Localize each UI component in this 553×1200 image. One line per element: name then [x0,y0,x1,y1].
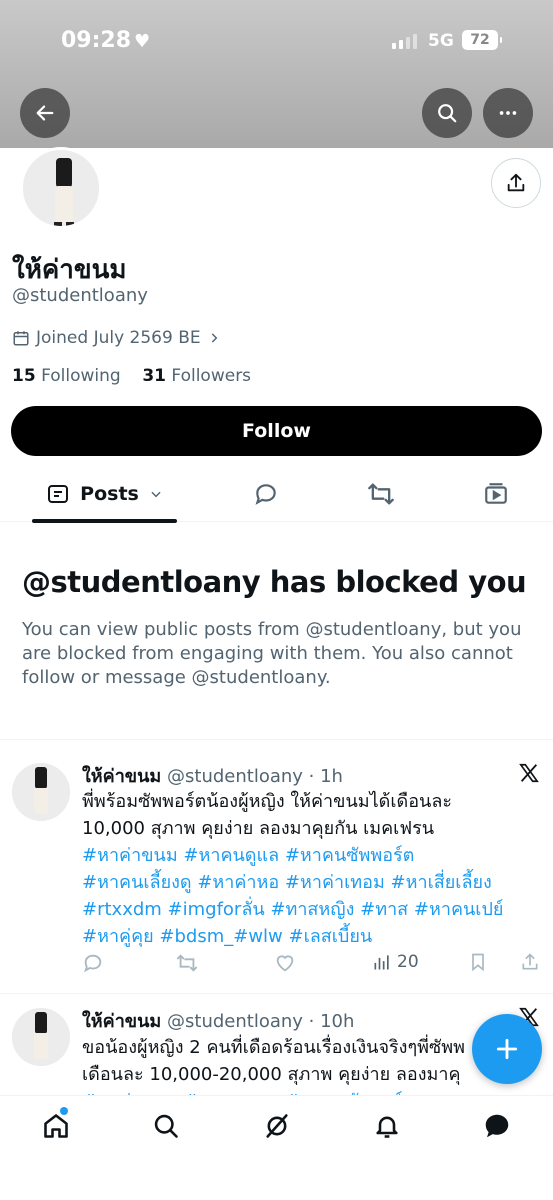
nav-home[interactable] [40,1110,72,1142]
share-icon [522,953,538,970]
post-text-line: เดือนละ 10,000-20,000 สุภาพ คุยง่าย ลองม… [82,1064,461,1085]
analytics-icon [374,955,389,970]
followers-label: Followers [171,366,252,386]
followers-link[interactable]: 31 Followers [142,366,251,386]
joined-date[interactable]: Joined July 2569 BE [12,328,221,348]
divider [0,739,553,740]
blocked-description: You can view public posts from @studentl… [22,619,522,688]
share-icon [507,173,525,192]
plus-icon [496,1038,518,1060]
post-meta: @studentloany · 1h [167,766,343,787]
posts-icon [48,485,69,503]
post-author-name[interactable]: ให้ค่าขนม [82,1011,161,1032]
profile-handle: @studentloany [12,285,148,306]
joined-text: Joined July 2569 BE [36,328,201,348]
signal-icon [392,34,417,49]
repost-icon [176,954,198,972]
heart-icon: ♥ [134,31,151,52]
post-hashtags[interactable]: #rtxxdm #imgforลั่น #ทาสหญิง #ทาส #หาคนเ… [82,896,522,923]
nav-grok[interactable] [261,1110,293,1142]
chevron-down-icon [151,491,161,498]
arrow-left-icon [36,105,54,121]
post-header: ให้ค่าขนม @studentloany · 1h [82,761,343,790]
message-icon [485,1114,509,1138]
repost-icon [368,483,394,505]
search-icon [154,1114,178,1138]
more-horizontal-icon [499,111,517,115]
following-link[interactable]: 15 Following [12,366,121,386]
compose-button[interactable] [472,1014,542,1084]
views-count: 20 [397,952,419,972]
calendar-icon [13,331,29,346]
post-hashtags[interactable]: #หาค่าขนม #หาคนดูแล #หาคนซัพพอร์ต [82,842,522,869]
views-button[interactable]: 20 [372,952,419,972]
follow-counts: 15 Following 31 Followers [12,366,251,386]
repost-button[interactable] [176,952,198,974]
like-button[interactable] [274,952,296,974]
tab-posts[interactable]: Posts [32,466,177,523]
nav-notifications[interactable] [371,1110,403,1142]
notification-dot [60,1107,68,1115]
post-avatar[interactable] [12,1008,70,1066]
bell-icon [376,1116,398,1138]
post-author-name[interactable]: ให้ค่าขนม [82,766,161,787]
post-body: ขอน้องผู้หญิง 2 คนที่เดือดร้อนเรื่องเงิน… [82,1034,522,1096]
reply-icon [255,484,276,505]
battery-indicator: 72 [462,30,502,50]
post-text-line: ขอน้องผู้หญิง 2 คนที่เดือดร้อนเรื่องเงิน… [82,1037,465,1058]
display-name: ให้ค่าขนม [12,255,127,285]
blocked-title: @studentloany has blocked you [22,565,527,599]
bottom-navigation [0,1095,553,1200]
share-button[interactable] [491,158,541,208]
post-text-line: พี่พร้อมซัพพอร์ตน้องผู้หญิง ให้ค่าขนมได้… [82,791,453,812]
following-label: Following [41,366,121,386]
bookmark-icon [472,953,484,972]
status-bar-time: 09:28 ♥ [61,28,150,53]
grok-icon [266,1114,288,1138]
nav-explore[interactable] [150,1110,182,1142]
profile-avatar[interactable] [20,147,102,229]
back-button[interactable] [20,88,70,138]
profile-banner [0,0,553,148]
share-post-button[interactable] [520,952,540,972]
nav-messages[interactable] [481,1110,513,1142]
followers-count: 31 [142,366,166,386]
post-avatar[interactable] [12,763,70,821]
profile-tabs: Posts [0,466,553,523]
follow-button[interactable]: Follow [11,406,542,456]
network-type: 5G [428,31,454,51]
reply-button[interactable] [82,952,104,974]
search-button[interactable] [422,88,472,138]
bookmark-button[interactable] [468,952,488,972]
post-header: ให้ค่าขนม @studentloany · 10h [82,1006,354,1035]
tab-videos[interactable] [470,466,522,522]
search-icon [438,104,457,123]
video-icon [485,483,507,504]
clock-text: 09:28 [61,28,132,53]
post-body: พี่พร้อมซัพพอร์ตน้องผู้หญิง ให้ค่าขนมได้… [82,788,522,950]
more-button[interactable] [483,88,533,138]
heart-outline-icon [276,955,294,972]
post-meta: @studentloany · 10h [167,1011,355,1032]
post-hashtags[interactable]: #หาคนเลี้ยงดู #หาค่าหอ #หาค่าเทอม #หาเสี… [82,869,522,896]
chevron-right-icon [211,333,217,343]
post-text-line: 10,000 สุภาพ คุยง่าย ลองมาคุยกัน เมคเฟรน [82,818,435,839]
tab-posts-label: Posts [80,483,139,505]
tab-replies[interactable] [240,466,292,522]
post-actions: 20 [82,952,542,978]
reply-icon [84,954,102,973]
home-icon [44,1114,68,1138]
tab-reposts[interactable] [355,466,407,522]
x-logo-icon [519,763,539,783]
post-hashtags[interactable]: #หาคู่คุย #bdsm_#wlw #เลสเบี้ยน [82,923,522,950]
divider [0,993,553,994]
following-count: 15 [12,366,36,386]
